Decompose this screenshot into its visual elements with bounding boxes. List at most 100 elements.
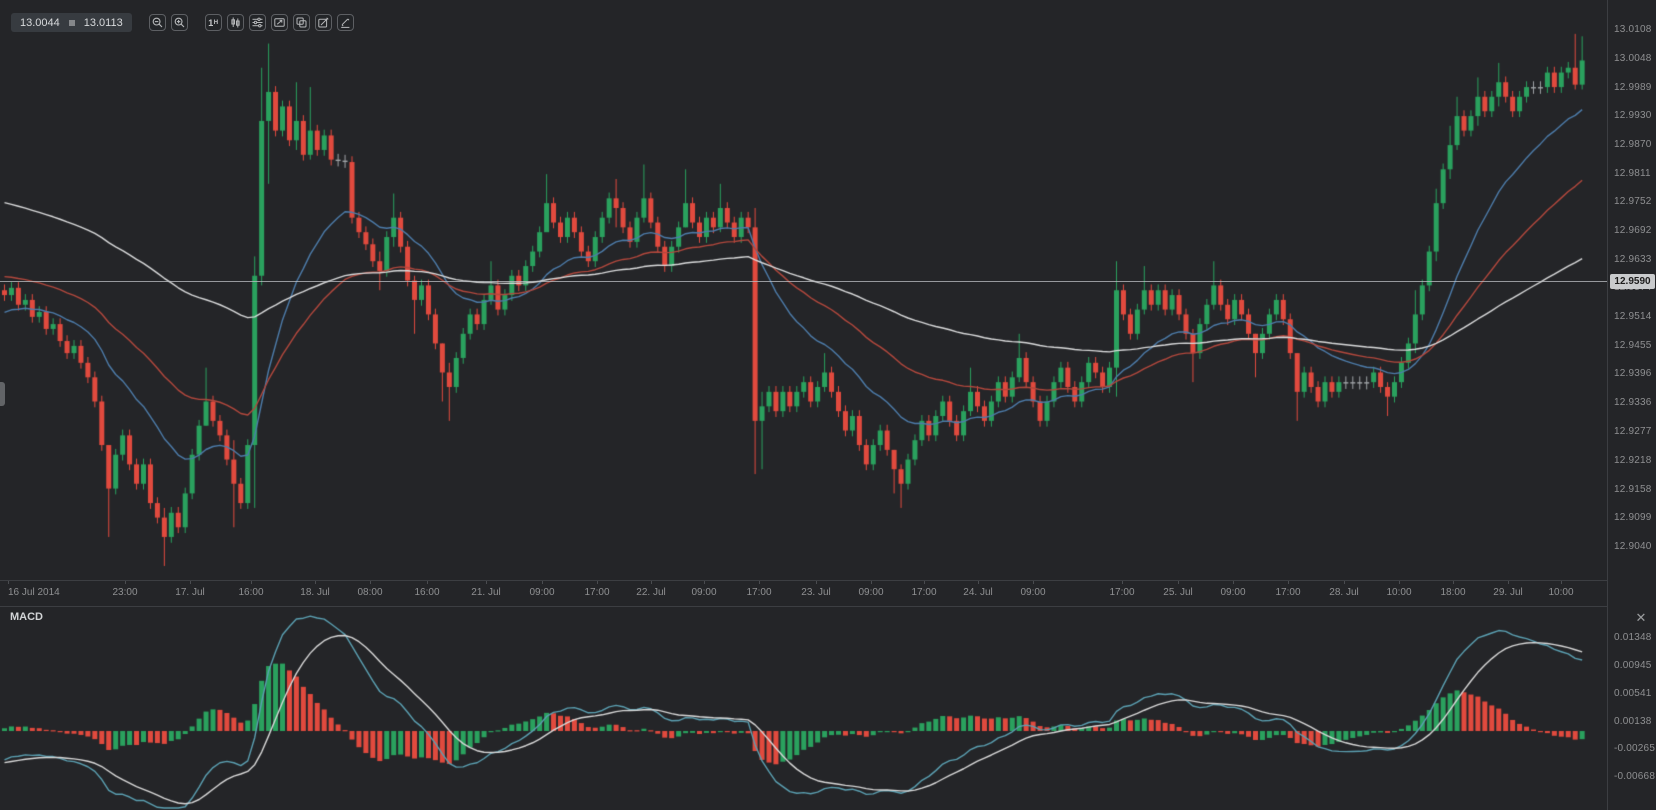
time-tick-label: 28. Jul (1329, 587, 1358, 598)
time-tick-mark (1508, 581, 1509, 584)
separator-square-icon (69, 20, 75, 26)
price-tick-label: 12.9455 (1614, 340, 1652, 351)
edit-icon (318, 17, 329, 28)
time-tick-label: 29. Jul (1493, 587, 1522, 598)
price-tick-label: 12.9099 (1614, 512, 1652, 523)
indicator-settings-button[interactable] (249, 14, 266, 31)
time-tick-label: 09:00 (691, 587, 716, 598)
time-tick-mark (370, 581, 371, 584)
time-tick-mark (816, 581, 817, 584)
time-tick-mark (651, 581, 652, 584)
time-tick-label: 10:00 (1548, 587, 1573, 598)
price-display: 13.0044 13.0113 (11, 13, 132, 32)
timeframe-unit: H (214, 20, 218, 26)
time-tick-label: 09:00 (1220, 587, 1245, 598)
chart-toolbar: 13.0044 13.0113 1H (11, 13, 354, 32)
time-axis[interactable]: 16 Jul 2014 23:00 17. Jul 16:00 18. Jul 08:00… (0, 581, 1607, 606)
price-tick-label: 12.9218 (1614, 455, 1652, 466)
export-chart-icon (274, 17, 285, 28)
time-tick-label: 17:00 (1109, 587, 1134, 598)
chart-type-button[interactable] (227, 14, 244, 31)
time-tick-mark (125, 581, 126, 584)
time-tick-mark (1122, 581, 1123, 584)
macd-pane-separator[interactable] (0, 606, 1656, 607)
macd-pane-title: MACD (10, 611, 43, 623)
price-tick-label: 12.9692 (1614, 225, 1652, 236)
time-tick-mark (1561, 581, 1562, 584)
duplicate-button[interactable] (293, 14, 310, 31)
time-tick-label: 17:00 (746, 587, 771, 598)
pen-icon (340, 17, 351, 28)
draw-button[interactable] (337, 14, 354, 31)
time-tick-label: 17:00 (911, 587, 936, 598)
price-tick-label: 12.9396 (1614, 368, 1652, 379)
ask-price: 13.0113 (84, 17, 123, 29)
macd-close-button[interactable]: ✕ (1632, 609, 1650, 627)
sidebar-drawer-handle[interactable] (0, 382, 5, 406)
price-tick-label: 13.0108 (1614, 24, 1652, 35)
time-tick-mark (1178, 581, 1179, 584)
time-tick-label: 17:00 (1275, 587, 1300, 598)
price-tick-label: 13.0048 (1614, 53, 1652, 64)
time-tick-label: 22. Jul (636, 587, 665, 598)
price-tick-label: 12.9930 (1614, 110, 1652, 121)
time-tick-label: 16:00 (414, 587, 439, 598)
time-tick-mark (190, 581, 191, 584)
time-tick-label: 17. Jul (175, 587, 204, 598)
time-tick-mark (251, 581, 252, 584)
time-tick-mark (759, 581, 760, 584)
price-tick-label: 12.9870 (1614, 139, 1652, 150)
zoom-in-icon (174, 17, 185, 28)
time-tick-mark (1233, 581, 1234, 584)
time-tick-label: 21. Jul (471, 587, 500, 598)
zoom-in-button[interactable] (171, 14, 188, 31)
time-tick-label: 10:00 (1386, 587, 1411, 598)
time-tick-mark (871, 581, 872, 584)
annotate-button[interactable] (315, 14, 332, 31)
timeframe-value: 1 (208, 18, 213, 28)
price-tick-label: 12.9633 (1614, 254, 1652, 265)
time-tick-mark (924, 581, 925, 584)
zoom-out-button[interactable] (149, 14, 166, 31)
price-tick-label: 12.9040 (1614, 541, 1652, 552)
time-tick-mark (1344, 581, 1345, 584)
time-tick-mark (486, 581, 487, 584)
price-axis-column[interactable]: 13.0108 13.0048 12.9989 12.9930 12.9870 12.98… (1607, 0, 1656, 810)
price-tick-label: 12.9158 (1614, 484, 1652, 495)
time-tick-label: 09:00 (1020, 587, 1045, 598)
copy-icon (296, 17, 307, 28)
price-tick-label: 12.9514 (1614, 311, 1652, 322)
time-tick-mark (978, 581, 979, 584)
time-tick-label: 25. Jul (1163, 587, 1192, 598)
timeframe-button[interactable]: 1H (205, 14, 222, 31)
time-tick-mark (597, 581, 598, 584)
time-tick-label: 23. Jul (801, 587, 830, 598)
zoom-out-icon (152, 17, 163, 28)
current-price-label: 12.9590 (1610, 274, 1655, 289)
time-tick-mark (427, 581, 428, 584)
time-tick-mark (315, 581, 316, 584)
time-tick-mark (8, 581, 9, 584)
time-tick-label: 18. Jul (300, 587, 329, 598)
trading-terminal: 16 Jul 2014 23:00 17. Jul 16:00 18. Jul 08:00… (0, 0, 1656, 810)
price-tick-label: 12.9336 (1614, 397, 1652, 408)
time-tick-label: 24. Jul (963, 587, 992, 598)
price-level-line (0, 281, 1607, 282)
candlestick-icon (230, 17, 241, 28)
time-tick-label: 08:00 (357, 587, 382, 598)
chart-canvas[interactable] (0, 0, 1607, 810)
time-tick-label: 09:00 (858, 587, 883, 598)
bid-price: 13.0044 (20, 17, 60, 29)
price-tick-label: 12.9277 (1614, 426, 1652, 437)
time-tick-mark (1399, 581, 1400, 584)
price-tick-label: 12.9989 (1614, 82, 1652, 93)
time-tick-label: 09:00 (529, 587, 554, 598)
snapshot-button[interactable] (271, 14, 288, 31)
time-tick-label: 16 Jul 2014 (8, 587, 60, 598)
time-tick-label: 23:00 (112, 587, 137, 598)
time-tick-mark (1033, 581, 1034, 584)
time-tick-label: 17:00 (584, 587, 609, 598)
price-tick-label: 12.9811 (1614, 168, 1651, 179)
price-tick-label: 12.9752 (1614, 196, 1652, 207)
time-tick-mark (1288, 581, 1289, 584)
